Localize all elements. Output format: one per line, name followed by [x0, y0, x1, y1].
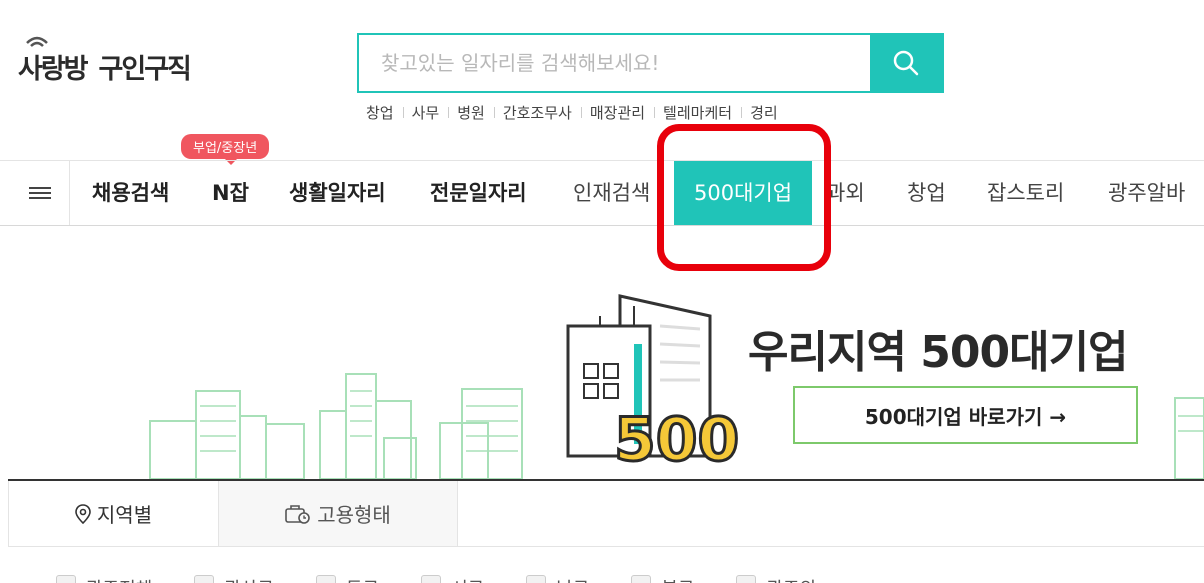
keyword-link[interactable]: 매장관리: [580, 102, 654, 123]
tab-region-label: 지역별: [96, 503, 153, 527]
region-checkbox[interactable]: 광산구: [194, 575, 274, 583]
location-pin-icon: [75, 503, 91, 524]
popular-keywords: 창업 사무 병원 간호조무사 매장관리 텔레마케터 경리: [366, 102, 787, 123]
site-logo[interactable]: 사랑방 구인구직: [18, 36, 192, 92]
banner-art-text: 500: [614, 405, 739, 475]
keyword-link[interactable]: 경리: [741, 102, 787, 123]
filter-tabs: 지역별 고용형태: [8, 481, 1204, 547]
region-checkbox-list: 광주전체 광산구 동구 서구 남구 북구 광주외: [56, 575, 858, 583]
tab-employment-type-label: 고용형태: [317, 503, 391, 527]
region-checkbox[interactable]: 광주전체: [56, 575, 152, 583]
region-checkbox[interactable]: 동구: [315, 575, 379, 583]
briefcase-clock-icon: [285, 504, 310, 524]
keyword-link[interactable]: 창업: [366, 102, 403, 123]
nav-item-life-jobs[interactable]: 생활일자리: [289, 161, 386, 225]
nav-item-tutoring[interactable]: 과외: [826, 161, 865, 225]
logo-text-main: 사랑방: [18, 53, 89, 85]
search-input[interactable]: [359, 35, 870, 91]
wifi-icon: [26, 36, 48, 47]
keyword-link[interactable]: 사무: [402, 102, 449, 123]
promo-banner[interactable]: 500 우리지역 500대기업 500대기업 바로가기 →: [0, 226, 1204, 481]
logo-text-sub: 구인구직: [98, 53, 192, 85]
search-button[interactable]: [870, 35, 942, 91]
nav-item-expert-jobs[interactable]: 전문일자리: [430, 161, 527, 225]
keyword-link[interactable]: 간호조무사: [493, 102, 581, 123]
region-checkbox[interactable]: 서구: [421, 575, 484, 583]
nav-item-gwangju-parttime[interactable]: 광주알바: [1108, 161, 1185, 225]
nav-item-talent-search[interactable]: 인재검색: [573, 161, 650, 225]
region-checkbox[interactable]: 광주외: [736, 575, 816, 583]
region-checkbox[interactable]: 남구: [526, 575, 589, 583]
hamburger-menu-icon[interactable]: [10, 161, 70, 225]
tab-region[interactable]: 지역별: [8, 481, 218, 546]
banner-title: 우리지역 500대기업: [748, 327, 1129, 378]
nav-item-recruit-search[interactable]: 채용검색: [92, 161, 169, 225]
nav-item-startup[interactable]: 창업: [907, 161, 946, 225]
main-nav: 채용검색 N잡 생활일자리 전문일자리 인재검색 500대기업 과외 창업 잡스…: [0, 160, 1204, 226]
keyword-link[interactable]: 병원: [448, 102, 494, 123]
nav-badge: 부업/중장년: [181, 134, 270, 165]
search-bar: [357, 33, 944, 93]
logo-primary: 사랑방: [18, 36, 89, 86]
region-checkbox[interactable]: 북구: [631, 575, 694, 583]
nav-item-n-job[interactable]: N잡: [212, 161, 249, 225]
keyword-link[interactable]: 텔레마케터: [654, 102, 741, 123]
search-icon: [893, 50, 919, 76]
banner-500-art: 500: [613, 404, 741, 477]
nav-item-job-story[interactable]: 잡스토리: [987, 161, 1064, 225]
nav-item-top500-companies[interactable]: 500대기업: [674, 161, 813, 225]
tab-employment-type[interactable]: 고용형태: [218, 481, 458, 546]
banner-go-button[interactable]: 500대기업 바로가기 →: [793, 386, 1138, 444]
